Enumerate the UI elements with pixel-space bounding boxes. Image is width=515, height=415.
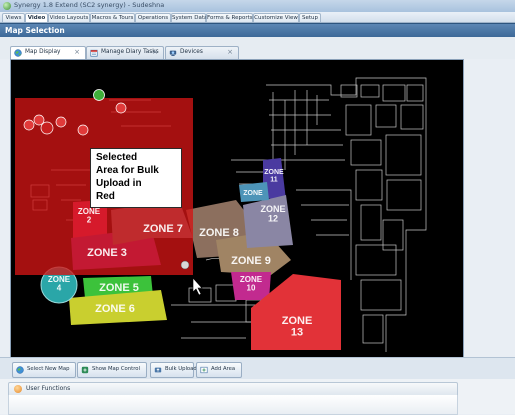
user-functions-label: User Functions [26,385,71,392]
menu-tab-setup[interactable]: Setup [299,13,321,22]
button-label: Add Area [211,366,236,372]
close-icon[interactable]: × [74,48,80,56]
tab-devices[interactable]: Devices × [165,46,239,59]
select-new-map-button[interactable]: Select New Map [12,362,76,378]
camera-marker-icon[interactable] [180,260,190,270]
camera-marker-icon[interactable] [23,119,35,131]
menu-tab-views[interactable]: Views [2,13,25,22]
user-functions-body [8,395,458,415]
application-window: Synergy 1.8 Extend (SC2 synergy) - Sudes… [0,0,515,415]
show-map-control-button[interactable]: Show Map Control [77,362,147,378]
menu-tab-operations[interactable]: Operations [135,13,171,22]
add-area-icon [200,366,208,374]
tab-label: Manage Diary Tasks [101,49,159,55]
button-label: Show Map Control [92,366,140,372]
zone-14-label: ZONE [243,190,263,197]
zone-5-label: ZONE 5 [99,282,139,294]
devices-icon [169,50,177,56]
menu-tab-video-layouts[interactable]: Video Layouts [48,13,90,22]
menu-tab-video[interactable]: Video [25,13,48,22]
app-logo-icon [3,2,11,10]
zone-7-label: ZONE 7 [143,223,183,235]
menu-tab-customize-view[interactable]: Customize View [253,13,299,22]
add-area-button[interactable]: Add Area [196,362,242,378]
upload-icon [154,367,162,373]
globe-icon [14,49,22,57]
control-icon [81,366,89,374]
button-label: Bulk Upload [165,366,197,372]
menu-tab-forms-reports[interactable]: Forms & Reports [206,13,253,22]
camera-marker-icon[interactable] [40,121,54,135]
menu-tab-macros-tours[interactable]: Macros & Tours [90,13,135,22]
camera-marker-icon[interactable] [93,89,105,101]
camera-marker-icon[interactable] [55,116,67,128]
callout-text: Selected Area for Bulk Upload in Red [96,152,159,202]
user-functions-icon [14,385,22,393]
tab-label: Devices [180,49,203,55]
user-functions-header[interactable]: User Functions [8,382,458,396]
section-title: Map Selection [5,26,65,35]
camera-marker-icon[interactable] [33,114,45,126]
camera-marker-icon[interactable] [115,102,127,114]
zone-8-label: ZONE 8 [199,227,239,239]
close-icon[interactable]: × [227,48,233,56]
calendar-icon [90,49,98,57]
menu-tab-system-data[interactable]: System Data [171,13,207,22]
title-bar: Synergy 1.8 Extend (SC2 synergy) - Sudes… [0,0,515,12]
map-tabs: Map Display × Manage Diary Tasks × Devic… [0,37,515,59]
menu-bar: Views Video Video Layouts Macros & Tours… [0,12,515,23]
tab-map-display[interactable]: Map Display × [10,46,86,59]
close-icon[interactable]: × [152,48,158,56]
globe-icon [16,366,24,374]
window-title: Synergy 1.8 Extend (SC2 synergy) - Sudes… [14,1,165,9]
tab-label: Map Display [25,49,61,55]
button-label: Select New Map [27,366,70,372]
map-display-panel[interactable]: ZONE 2 ZONE 3 ZONE 7 ZONE 8 ZONE 9 ZONE 10… [10,59,464,359]
selection-callout: Selected Area for Bulk Upload in Red [90,148,182,208]
floor-plan-map[interactable]: ZONE 2 ZONE 3 ZONE 7 ZONE 8 ZONE 9 ZONE 10… [11,60,463,358]
camera-marker-icon[interactable] [77,124,89,136]
bottom-panel: User Functions [0,379,515,415]
tab-manage-diary-tasks[interactable]: Manage Diary Tasks × [86,46,164,59]
section-header: Map Selection [0,23,515,38]
zone-3-label: ZONE 3 [87,247,127,259]
zone-9-label: ZONE 9 [231,255,271,267]
map-toolbar: Select New Map Show Map Control Bulk Upl… [0,357,515,380]
bulk-upload-button[interactable]: Bulk Upload [150,362,197,378]
zone-6-label: ZONE 6 [95,303,135,315]
